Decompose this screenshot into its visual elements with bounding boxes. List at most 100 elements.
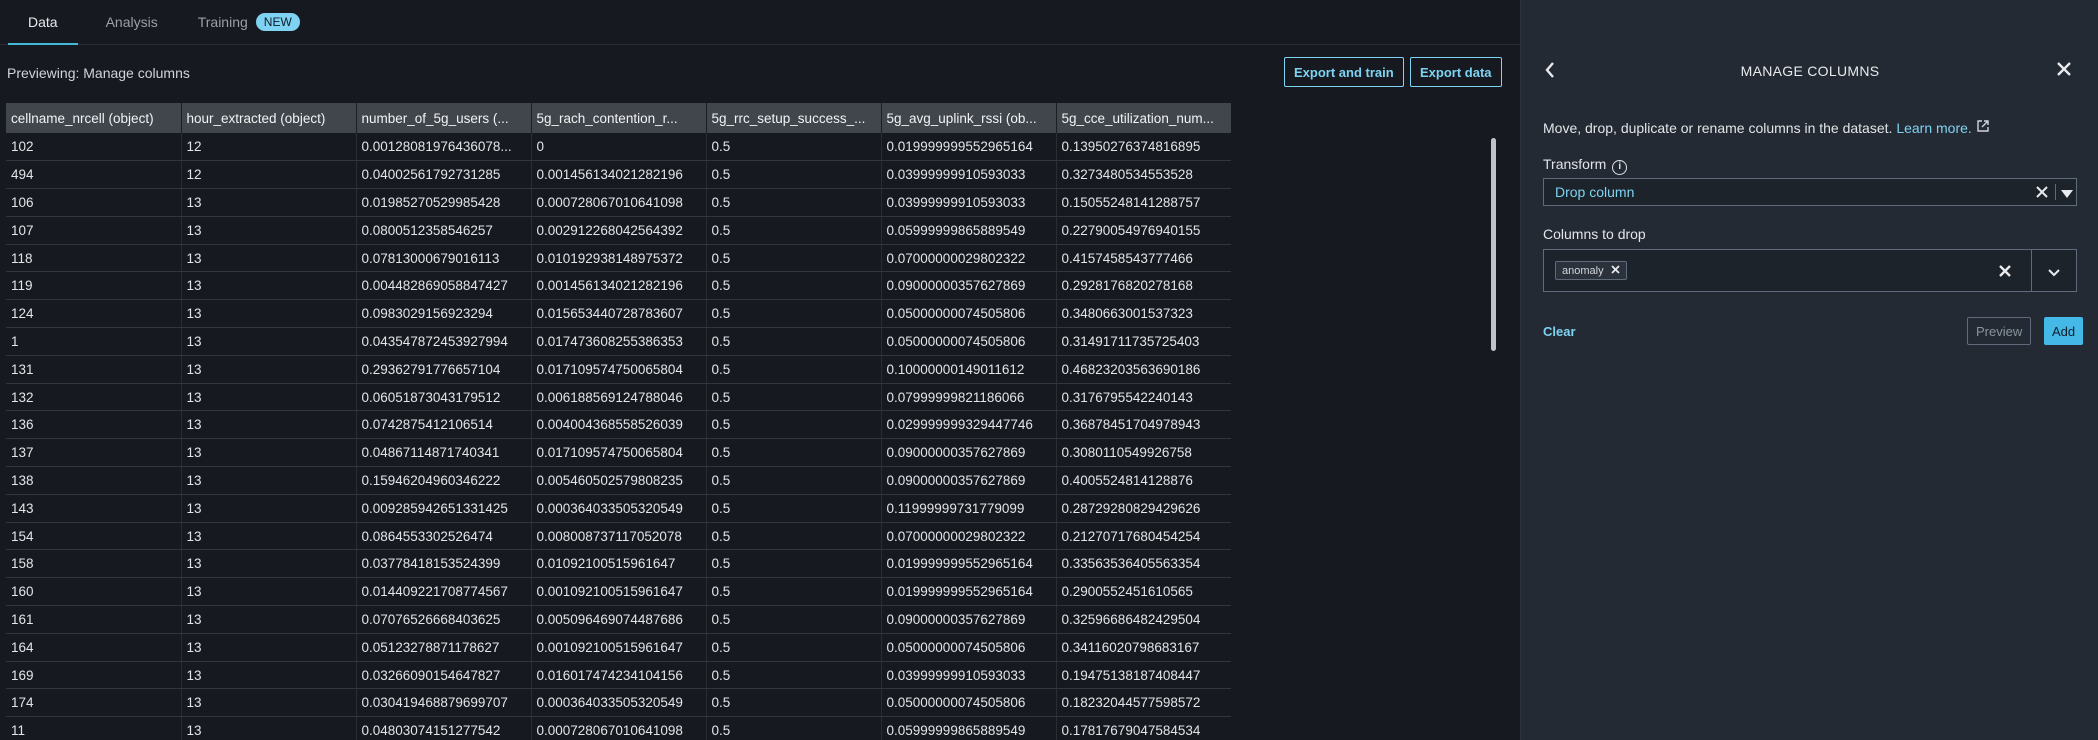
table-cell: 0.029999999329447746 [881,410,1057,440]
table-row: 161 13 0.07076526668403625 0.00509646907448… [6,605,1231,634]
table-cell: 0.04867114871740341 [356,438,532,468]
table-cell: 0.04002561792731285 [356,160,532,190]
transform-value: Drop column [1555,184,1635,200]
preview-button[interactable]: Preview [1967,317,2032,345]
table-cell: 0.09000000357627869 [881,271,1057,301]
chip-remove-icon[interactable] [1610,264,1620,277]
table-cell: 0.28729280829429626 [1056,494,1231,523]
table-row: 131 13 0.29362791776657104 0.01710957475006… [6,355,1231,384]
table-cell: 0.36878451704978943 [1056,410,1231,440]
table-cell: 0.03999999910593033 [881,661,1057,690]
export-data-button[interactable]: Export data [1410,57,1502,87]
caret-down-icon[interactable] [2060,186,2074,204]
close-icon[interactable] [2055,60,2073,83]
table-cell: 102 [6,133,182,162]
column-header[interactable]: 5g_rach_contention_r... [531,103,707,133]
table-cell: 137 [6,438,182,468]
info-icon[interactable]: i [1612,160,1628,175]
table-row: 119 13 0.004482869058847427 0.0014561340212… [6,271,1231,301]
table-cell: 0.07813000679016113 [356,244,532,273]
table-cell: 0.000364033505320549 [531,494,707,523]
table-cell: 0.5 [706,299,882,329]
columns-to-drop-label: Columns to drop [1543,226,1646,242]
column-header[interactable]: 5g_avg_uplink_rssi (ob... [881,103,1057,133]
table-cell: 0.07076526668403625 [356,605,532,634]
table-row: 494 12 0.04002561792731285 0.00145613402128… [6,160,1231,190]
table-cell: 0.019999999552965164 [881,549,1057,579]
data-table: cellname_nrcell (object) hour_extracted (… [6,103,1231,740]
new-badge: NEW [255,13,300,31]
table-cell: 0.000728067010641098 [531,716,707,740]
tab-training[interactable]: Training NEW [178,0,320,44]
clear-all-icon[interactable] [1998,264,2012,283]
table-row: 160 13 0.014409221708774567 0.0010921005159… [6,577,1231,607]
column-header[interactable]: number_of_5g_users (... [356,103,532,133]
table-cell: 158 [6,549,182,579]
table-cell: 0.03266090154647827 [356,661,532,690]
table-cell: 0.004004368558526039 [531,410,707,440]
add-button[interactable]: Add [2044,317,2084,345]
table-cell: 0.019999999552965164 [881,133,1057,162]
table-cell: 0.31491711735725403 [1056,327,1231,356]
table-cell: 0.19475138187408447 [1056,661,1231,690]
transform-select[interactable]: Drop column [1543,178,2077,206]
manage-columns-panel: MANAGE COLUMNS Move, drop, duplicate or … [1520,0,2098,740]
table-row: 106 13 0.01985270529985428 0.00072806701064… [6,188,1231,217]
columns-multiselect[interactable]: anomaly [1543,249,2077,292]
table-scrollbar[interactable] [1491,138,1496,351]
column-header[interactable]: cellname_nrcell (object) [6,103,182,133]
table-cell: 0.09000000357627869 [881,605,1057,634]
table-cell: 0.3080110549926758 [1056,438,1231,468]
panel-description: Move, drop, duplicate or rename columns … [1543,119,1990,136]
table-cell: 0.01985270529985428 [356,188,532,217]
table-cell: 0.2900552451610565 [1056,577,1231,607]
table-cell: 0.32596686482429504 [1056,605,1231,634]
table-cell: 0.09000000357627869 [881,466,1057,495]
chevron-down-icon[interactable] [2047,265,2061,283]
export-and-train-button[interactable]: Export and train [1284,57,1404,87]
transform-label: Transform i [1543,156,1628,175]
table-cell: 0.05999999865889549 [881,716,1057,740]
learn-more-link[interactable]: Learn more. [1896,120,1971,136]
table-cell: 13 [181,633,357,662]
table-cell: 0.5 [706,549,882,579]
table-cell: 0.5 [706,605,882,634]
table-cell: 0.008008737117052078 [531,522,707,551]
tab-analysis-label: Analysis [105,14,158,30]
table-row: 169 13 0.03266090154647827 0.01601747423410… [6,661,1231,690]
table-cell: 0.5 [706,244,882,273]
table-row: 102 12 0.00128081976436078... 0 0.5 0.0199999… [6,133,1231,162]
table-cell: 0.5 [706,577,882,607]
tab-data[interactable]: Data [0,0,86,45]
table-cell: 13 [181,522,357,551]
table-cell: 138 [6,466,182,495]
table-cell: 0.5 [706,410,882,440]
table-cell: 0.004482869058847427 [356,271,532,301]
table-cell: 0.5 [706,522,882,551]
table-cell: 106 [6,188,182,217]
table-row: 143 13 0.009285942651331425 0.0003640335053… [6,494,1231,523]
table-cell: 154 [6,522,182,551]
table-cell: 0.5 [706,271,882,301]
transform-label-text: Transform [1543,156,1607,172]
tab-analysis[interactable]: Analysis [86,0,178,44]
column-header[interactable]: 5g_cce_utilization_num... [1056,103,1231,133]
table-cell: 13 [181,716,357,740]
column-header[interactable]: hour_extracted (object) [181,103,357,133]
top-tabs: Data Analysis Training NEW [0,0,1520,45]
table-cell: 0.15946204960346222 [356,466,532,495]
table-row: 174 13 0.030419468879699707 0.0003640335053… [6,688,1231,718]
tab-training-label: Training [197,14,248,30]
clear-button[interactable]: Clear [1543,317,1576,345]
table-cell: 0.016017474234104156 [531,661,707,690]
table-cell: 0.06051873043179512 [356,383,532,412]
table-cell: 13 [181,216,357,245]
table-cell: 143 [6,494,182,523]
table-cell: 13 [181,688,357,718]
clear-transform-icon[interactable] [2035,185,2049,204]
table-row: 158 13 0.03778418153524399 0.01092100515961… [6,549,1231,579]
table-cell: 0.009285942651331425 [356,494,532,523]
column-header[interactable]: 5g_rrc_setup_success_... [706,103,882,133]
table-cell: 0.18232044577598572 [1056,688,1231,718]
table-cell: 0.15055248141288757 [1056,188,1231,217]
